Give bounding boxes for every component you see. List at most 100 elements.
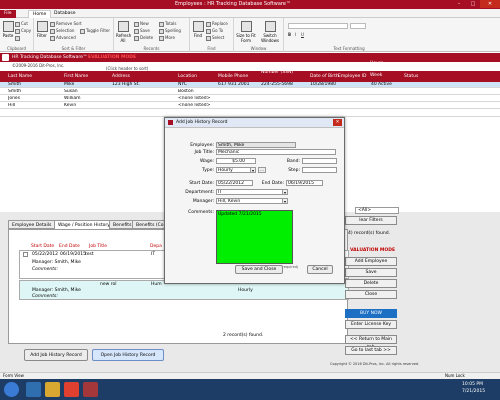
dialog-close-icon[interactable]: ✕ [333,119,342,126]
col-employee-id[interactable]: Employee ID [338,74,367,79]
size-to-fit-button[interactable]: Size to Fit Form [236,21,256,43]
table-row[interactable]: Smith Mike 123 High St. NYC 617 931 2001… [0,82,500,88]
replace-button[interactable]: Replace [206,21,228,27]
italic-button[interactable]: I [295,32,296,37]
switch-windows-button[interactable]: Switch Windows [259,21,281,43]
close-button[interactable]: Close [345,290,397,299]
col-dob[interactable]: Date of Birth [310,74,339,79]
return-main-tab-button[interactable]: << Return to Main tab [345,335,397,350]
format-painter-button[interactable] [15,35,21,41]
folder-icon[interactable] [45,382,60,397]
comments-field[interactable]: Updated 7/21/2015 [216,210,293,264]
minimize-icon[interactable]: – [452,0,466,8]
add-job-history-button[interactable]: Add Job History Record [24,349,88,361]
save-button[interactable]: Save [345,268,397,277]
select-button[interactable]: Select [206,35,224,41]
close-icon[interactable]: ✕ [480,0,500,8]
save-and-close-button[interactable]: Save and Close [235,265,283,274]
buy-now-button[interactable]: BUY NOW [345,309,397,318]
go-to-last-tab-button[interactable]: Go to last tab >> [345,346,397,355]
underline-button[interactable]: U [301,32,304,37]
department-label: Department: [185,190,214,195]
tab-benefits-co[interactable]: Benefits (Co [132,220,168,229]
col-location[interactable]: Location [178,74,197,79]
tab-employee-details[interactable]: Employee Details [8,220,56,229]
type-lookup-button[interactable]: ... [258,167,266,173]
paste-label: Paste [2,33,14,38]
enter-license-key-button[interactable]: Enter License Key [345,320,397,329]
delete-label: Delete [140,35,154,40]
new-record-button[interactable]: New [134,21,149,27]
add-employee-button[interactable]: Add Employee [345,257,397,266]
delete-button[interactable]: Delete [345,279,397,288]
cancel-button[interactable]: Cancel [307,265,333,274]
col-hours[interactable]: Hours Per Week [370,61,390,79]
filter-button[interactable]: Filter [36,21,48,38]
status-right: Num Lock [445,373,465,378]
ie-icon[interactable] [26,382,41,397]
col-mobile-phone[interactable]: Mobile Phone [218,74,248,79]
window-title: Employees : HR Tracking Database Softwar… [175,1,291,7]
refresh-all-button[interactable]: Refresh All [116,21,131,43]
start-icon[interactable] [4,382,19,397]
brush-icon [15,35,20,41]
record-selector-icon[interactable] [23,252,28,257]
band-field[interactable] [302,158,337,164]
media-icon[interactable] [64,382,79,397]
start-date-label: Start Date: [189,181,214,186]
copy-button[interactable]: Copy [15,28,31,34]
toggle-filter-button[interactable]: Toggle Filter [80,28,110,34]
totals-button[interactable]: Totals [159,21,176,27]
department-combo[interactable]: IT [216,189,288,195]
bold-button[interactable]: B [288,32,291,37]
start-date-field[interactable]: 05/22/2012 [216,180,253,186]
find-button[interactable]: Find [192,21,204,38]
chevron-down-icon[interactable]: ▾ [282,198,288,204]
table-row[interactable]: Jones William <none listed> [0,96,500,102]
spelling-icon [159,28,164,34]
new-record-row[interactable] [0,110,500,117]
col-ssn[interactable]: Social Security Number (SSN) [261,64,309,76]
header-start-date: Start Date [31,244,55,249]
go-to-label: Go To [212,28,224,33]
col-address[interactable]: Address [112,74,130,79]
file-tab[interactable]: File [0,10,16,18]
tab-wage-position-history[interactable]: Wage / Position History [54,220,114,229]
delete-record-button[interactable]: Delete [134,35,153,41]
table-row[interactable]: Smith Susan Boston [0,89,500,95]
selection-button[interactable]: Selection [50,28,74,34]
paste-button[interactable]: Paste [2,21,14,38]
advanced-button[interactable]: Advanced [50,35,76,41]
record-type: Hourly [238,288,253,293]
job-title-field[interactable]: Mechanic [216,149,336,155]
chevron-down-icon[interactable]: ▾ [250,167,256,173]
employee-field[interactable]: Smith, Mike [216,142,296,148]
maximize-icon[interactable]: □ [466,0,480,8]
end-date-field[interactable]: 06/19/2015 [286,180,323,186]
filter-combo[interactable]: <All> [355,207,399,214]
manager-combo[interactable]: Hill, Kevin [216,198,288,204]
home-tab[interactable]: Home [28,10,52,18]
title-bar: Employees : HR Tracking Database Softwar… [0,0,500,9]
clear-filters-button[interactable]: lear Filters [345,216,397,225]
table-row[interactable]: Hill Kevin <none listed> [0,103,500,109]
font-name-combo[interactable] [288,23,348,29]
step-label: Step: [288,168,300,173]
go-to-button[interactable]: Go To [206,28,223,34]
access-icon[interactable] [83,382,98,397]
wage-field[interactable]: $5.00 [216,158,256,164]
col-last-name[interactable]: Last Name [8,74,32,79]
spelling-button[interactable]: Spelling [159,28,181,34]
more-button[interactable]: More [159,35,175,41]
chevron-down-icon[interactable]: ▾ [282,189,288,195]
font-size-combo[interactable] [350,23,366,29]
col-first-name[interactable]: First Name [64,74,88,79]
step-field[interactable] [302,167,337,173]
cut-button[interactable]: Cut [15,21,28,27]
open-job-history-button[interactable]: Open Job History Record [92,349,164,361]
save-record-button[interactable]: Save [134,28,150,34]
clock-date: 7/21/2015 [462,389,486,394]
col-status[interactable]: Status [404,74,418,79]
remove-sort-button[interactable]: Remove Sort [50,21,82,27]
database-tab[interactable]: Database [50,10,79,18]
